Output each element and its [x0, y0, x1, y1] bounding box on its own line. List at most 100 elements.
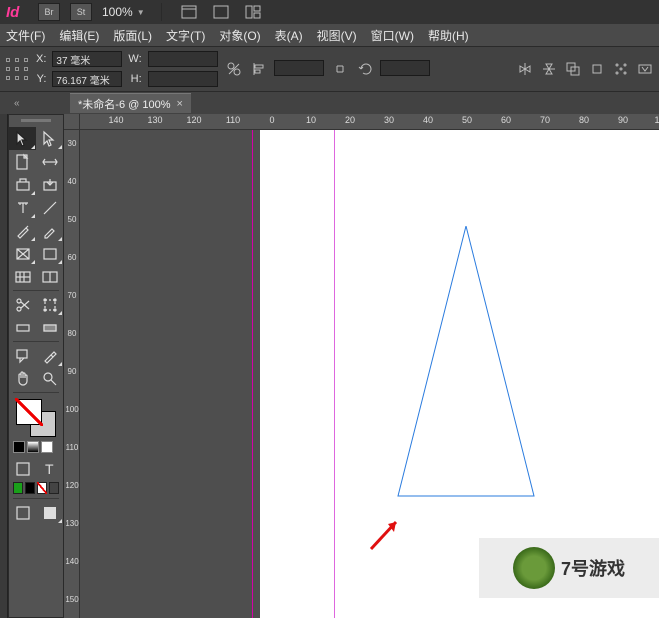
gradient-swatch-tool[interactable] — [9, 316, 36, 339]
horizontal-ruler[interactable]: 1401301201100102030405060708090100 — [80, 114, 659, 130]
select-content-icon[interactable] — [587, 60, 607, 78]
formatting-container-icon[interactable] — [9, 457, 36, 480]
guide-vertical[interactable] — [252, 130, 253, 618]
view-mode-normal-icon[interactable] — [9, 501, 36, 524]
apply-gradient-icon[interactable] — [27, 441, 39, 453]
menu-window[interactable]: 窗口(W) — [371, 27, 414, 44]
app-logo-icon: Id — [6, 1, 28, 23]
color-shortcut-row — [9, 480, 63, 496]
screen-mode-button[interactable] — [210, 3, 232, 21]
menu-help[interactable]: 帮助(H) — [428, 27, 469, 44]
document-tab-title: *未命名-6 @ 100% — [78, 96, 170, 112]
apply-color-icon[interactable] — [13, 441, 25, 453]
w-label: W: — [128, 53, 141, 65]
y-field[interactable]: 76.167 毫米 — [52, 71, 122, 87]
cell-tool[interactable] — [36, 265, 63, 288]
watermark: 7号游戏 — [479, 538, 659, 598]
left-dock-strip — [0, 114, 8, 618]
rotate-icon[interactable] — [356, 60, 376, 78]
line-tool[interactable] — [36, 196, 63, 219]
gap-tool[interactable] — [36, 150, 63, 173]
table-grid-icon[interactable] — [9, 265, 36, 288]
margin-guide-left — [334, 130, 335, 618]
scissors-tool[interactable] — [9, 293, 36, 316]
bridge-button[interactable]: Br — [38, 3, 60, 21]
content-placer-tool[interactable] — [36, 173, 63, 196]
reference-point-picker[interactable] — [4, 56, 30, 82]
canvas-area: 1401301201100102030405060708090100 30405… — [64, 114, 659, 618]
toolbox: T — [8, 114, 64, 618]
control-bar: X: 37 毫米 W: Y: 76.167 毫米 H: — [0, 46, 659, 92]
zoom-value: 100% — [102, 5, 133, 19]
svg-text:T: T — [45, 461, 54, 477]
free-transform-tool[interactable] — [36, 293, 63, 316]
direct-selection-tool[interactable] — [36, 127, 63, 150]
close-tab-icon[interactable]: × — [176, 98, 182, 110]
canvas[interactable]: 7号游戏 — [80, 130, 659, 618]
dropdown-arrow-icon: ▼ — [137, 8, 145, 17]
apply-none-icon[interactable] — [41, 441, 53, 453]
flip-vertical-icon[interactable] — [539, 60, 559, 78]
view-options-button[interactable] — [178, 3, 200, 21]
h-field[interactable] — [148, 71, 218, 87]
pen-tool[interactable] — [9, 219, 36, 242]
menu-bar: 文件(F) 编辑(E) 版面(L) 文字(T) 对象(O) 表(A) 视图(V)… — [0, 24, 659, 46]
x-field[interactable]: 37 毫米 — [52, 51, 122, 67]
color-black[interactable] — [25, 482, 35, 494]
scale-percent-icon[interactable] — [224, 60, 244, 78]
scale-x-field[interactable] — [274, 60, 324, 76]
content-collector-tool[interactable] — [9, 173, 36, 196]
zoom-tool[interactable] — [36, 367, 63, 390]
document-tab[interactable]: *未命名-6 @ 100% × — [70, 93, 191, 113]
tab-scroll-left-icon[interactable]: « — [14, 98, 20, 109]
fill-stroke-swatch[interactable] — [16, 399, 56, 437]
title-bar: Id Br St 100% ▼ — [0, 0, 659, 24]
align-left-icon[interactable] — [250, 60, 270, 78]
h-label: H: — [128, 73, 141, 85]
formatting-text-icon[interactable]: T — [36, 457, 63, 480]
annotation-arrow-icon — [366, 514, 406, 554]
document-tab-row: « *未命名-6 @ 100% × — [0, 92, 659, 114]
w-field[interactable] — [148, 51, 218, 67]
select-container-icon[interactable] — [563, 60, 583, 78]
menu-object[interactable]: 对象(O) — [219, 27, 260, 44]
eyedropper-tool[interactable] — [36, 344, 63, 367]
watermark-brand: 7号游戏 — [561, 555, 625, 581]
vertical-ruler[interactable]: 30405060708090100110120130140150 — [64, 130, 80, 618]
gradient-feather-tool[interactable] — [36, 316, 63, 339]
note-tool[interactable] — [9, 344, 36, 367]
link-icon[interactable] — [330, 60, 350, 78]
zoom-select[interactable]: 100% ▼ — [102, 5, 145, 19]
flip-horizontal-icon[interactable] — [515, 60, 535, 78]
fill-swatch[interactable] — [16, 399, 42, 425]
page-tool[interactable] — [9, 150, 36, 173]
arrange-button[interactable] — [242, 3, 264, 21]
rectangle-tool[interactable] — [36, 242, 63, 265]
fit-frame-icon[interactable] — [635, 60, 655, 78]
selection-tool[interactable] — [9, 127, 36, 150]
color-none[interactable] — [37, 482, 47, 494]
menu-type[interactable]: 文字(T) — [166, 27, 205, 44]
color-green[interactable] — [13, 482, 23, 494]
menu-view[interactable]: 视图(V) — [317, 27, 357, 44]
watermark-logo-icon — [513, 547, 555, 589]
menu-file[interactable]: 文件(F) — [6, 27, 45, 44]
menu-layout[interactable]: 版面(L) — [113, 27, 152, 44]
pathfinder-icons — [515, 60, 655, 78]
type-tool[interactable] — [9, 196, 36, 219]
triangle-shape[interactable] — [396, 226, 536, 498]
transform-fields: X: 37 毫米 W: Y: 76.167 毫米 H: — [36, 50, 218, 88]
distribute-icon[interactable] — [611, 60, 631, 78]
x-label: X: — [36, 53, 46, 65]
hand-tool[interactable] — [9, 367, 36, 390]
rectangle-frame-tool[interactable] — [9, 242, 36, 265]
view-mode-preview-icon[interactable] — [36, 501, 63, 524]
menu-edit[interactable]: 编辑(E) — [59, 27, 99, 44]
rotate-field[interactable] — [380, 60, 430, 76]
pencil-tool[interactable] — [36, 219, 63, 242]
ruler-origin-icon[interactable] — [64, 114, 80, 130]
menu-table[interactable]: 表(A) — [275, 27, 303, 44]
y-label: Y: — [36, 73, 46, 85]
stock-button[interactable]: St — [70, 3, 92, 21]
color-registration[interactable] — [49, 482, 59, 494]
